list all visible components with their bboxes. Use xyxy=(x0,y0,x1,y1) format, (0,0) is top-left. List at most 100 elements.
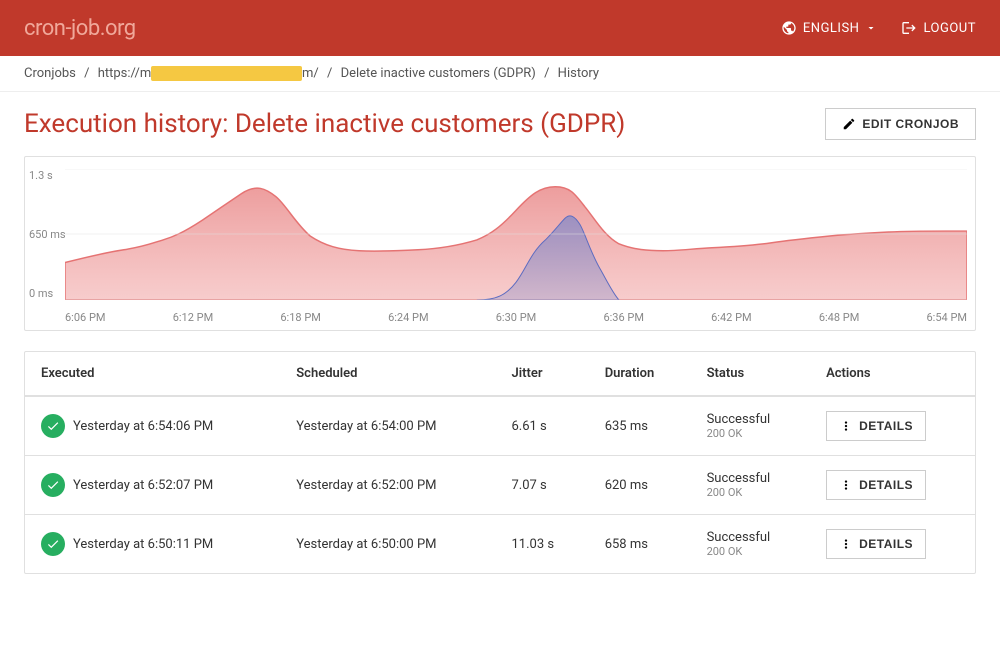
scheduled-time-0: Yesterday at 6:54:00 PM xyxy=(296,419,436,434)
x-label-3: 6:24 PM xyxy=(388,311,428,324)
header-right: ENGLISH LOGOUT xyxy=(781,20,976,36)
logout-icon xyxy=(901,20,917,36)
executed-time-1: Yesterday at 6:52:07 PM xyxy=(73,478,213,493)
checkmark-icon xyxy=(46,537,60,551)
cell-actions-1: DETAILS xyxy=(810,456,975,515)
execution-chart: 1.3 s 650 ms 0 ms xyxy=(24,156,976,331)
details-button-2[interactable]: DETAILS xyxy=(826,529,926,559)
table-row: Yesterday at 6:50:11 PM Yesterday at 6:5… xyxy=(25,515,975,574)
breadcrumb-url[interactable]: https://mXXXXXXXXXXXXXXXXXXm/ xyxy=(98,66,319,81)
cell-jitter-2: 11.03 s xyxy=(495,515,588,574)
x-label-0: 6:06 PM xyxy=(65,311,105,324)
x-label-5: 6:36 PM xyxy=(603,311,643,324)
breadcrumb-cronjobs[interactable]: Cronjobs xyxy=(24,66,76,81)
cell-duration-2: 658 ms xyxy=(589,515,691,574)
globe-icon xyxy=(781,20,797,36)
x-label-1: 6:12 PM xyxy=(173,311,213,324)
table-row: Yesterday at 6:52:07 PM Yesterday at 6:5… xyxy=(25,456,975,515)
chart-y-labels: 1.3 s 650 ms 0 ms xyxy=(29,169,66,300)
breadcrumb-job[interactable]: Delete inactive customers (GDPR) xyxy=(341,66,536,81)
duration-value-2: 658 ms xyxy=(605,537,648,552)
y-label-bottom: 0 ms xyxy=(29,287,66,300)
history-table: Executed Scheduled Jitter Duration Statu… xyxy=(25,352,975,573)
jitter-value-0: 6.61 s xyxy=(511,419,546,434)
history-table-container: Executed Scheduled Jitter Duration Statu… xyxy=(24,351,976,574)
jitter-value-2: 11.03 s xyxy=(511,537,554,552)
logout-button[interactable]: LOGOUT xyxy=(901,20,976,36)
checkmark-icon xyxy=(46,478,60,492)
cell-duration-1: 620 ms xyxy=(589,456,691,515)
cell-scheduled-2: Yesterday at 6:50:00 PM xyxy=(280,515,495,574)
y-label-top: 1.3 s xyxy=(29,169,66,182)
x-label-8: 6:54 PM xyxy=(927,311,967,324)
status-code-0: 200 OK xyxy=(707,427,795,440)
executed-time-0: Yesterday at 6:54:06 PM xyxy=(73,419,213,434)
language-label: ENGLISH xyxy=(803,21,860,36)
scheduled-time-2: Yesterday at 6:50:00 PM xyxy=(296,537,436,552)
chevron-down-icon xyxy=(865,22,877,34)
cell-actions-2: DETAILS xyxy=(810,515,975,574)
page-header: Execution history: Delete inactive custo… xyxy=(24,108,976,140)
language-selector[interactable]: ENGLISH xyxy=(781,20,878,36)
chart-svg-area xyxy=(65,169,967,300)
cell-actions-0: DETAILS xyxy=(810,396,975,456)
success-icon-1 xyxy=(41,473,65,497)
jitter-value-1: 7.07 s xyxy=(511,478,546,493)
cell-status-1: Successful 200 OK xyxy=(691,456,811,515)
header: cron-job.org ENGLISH LOGOUT xyxy=(0,0,1000,56)
cell-jitter-1: 7.07 s xyxy=(495,456,588,515)
logo: cron-job.org xyxy=(24,16,136,41)
table-header-row: Executed Scheduled Jitter Duration Statu… xyxy=(25,352,975,396)
col-duration: Duration xyxy=(589,352,691,396)
duration-value-0: 635 ms xyxy=(605,419,648,434)
x-label-2: 6:18 PM xyxy=(280,311,320,324)
col-status: Status xyxy=(691,352,811,396)
status-block-1: Successful 200 OK xyxy=(707,471,795,499)
edit-btn-label: EDIT CRONJOB xyxy=(862,117,959,131)
edit-cronjob-button[interactable]: EDIT CRONJOB xyxy=(825,108,976,140)
chart-x-labels: 6:06 PM 6:12 PM 6:18 PM 6:24 PM 6:30 PM … xyxy=(65,311,967,324)
breadcrumb-current: History xyxy=(558,66,599,81)
col-scheduled: Scheduled xyxy=(280,352,495,396)
logout-label: LOGOUT xyxy=(923,21,976,36)
edit-icon xyxy=(842,117,856,131)
cell-duration-0: 635 ms xyxy=(589,396,691,456)
col-actions: Actions xyxy=(810,352,975,396)
more-vert-icon xyxy=(839,419,853,433)
x-label-4: 6:30 PM xyxy=(496,311,536,324)
status-block-2: Successful 200 OK xyxy=(707,530,795,558)
x-label-6: 6:42 PM xyxy=(711,311,751,324)
scheduled-time-1: Yesterday at 6:52:00 PM xyxy=(296,478,436,493)
cell-status-2: Successful 200 OK xyxy=(691,515,811,574)
page-title: Execution history: Delete inactive custo… xyxy=(24,109,625,139)
cell-scheduled-0: Yesterday at 6:54:00 PM xyxy=(280,396,495,456)
success-icon-2 xyxy=(41,532,65,556)
status-code-1: 200 OK xyxy=(707,486,795,499)
col-jitter: Jitter xyxy=(495,352,588,396)
cell-jitter-0: 6.61 s xyxy=(495,396,588,456)
chart-svg xyxy=(65,169,967,300)
checkmark-icon xyxy=(46,419,60,433)
y-label-mid: 650 ms xyxy=(29,228,66,241)
details-button-1[interactable]: DETAILS xyxy=(826,470,926,500)
success-icon-0 xyxy=(41,414,65,438)
status-code-2: 200 OK xyxy=(707,545,795,558)
breadcrumb: Cronjobs / https://mXXXXXXXXXXXXXXXXXXm/… xyxy=(0,56,1000,92)
details-button-0[interactable]: DETAILS xyxy=(826,411,926,441)
cell-executed-1: Yesterday at 6:52:07 PM xyxy=(25,456,280,515)
more-vert-icon xyxy=(839,537,853,551)
logo-suffix: .org xyxy=(100,16,136,41)
duration-value-1: 620 ms xyxy=(605,478,648,493)
cell-scheduled-1: Yesterday at 6:52:00 PM xyxy=(280,456,495,515)
more-vert-icon xyxy=(839,478,853,492)
status-text-2: Successful xyxy=(707,530,795,545)
cell-status-0: Successful 200 OK xyxy=(691,396,811,456)
col-executed: Executed xyxy=(25,352,280,396)
status-text-0: Successful xyxy=(707,412,795,427)
status-block-0: Successful 200 OK xyxy=(707,412,795,440)
executed-time-2: Yesterday at 6:50:11 PM xyxy=(73,537,213,552)
x-label-7: 6:48 PM xyxy=(819,311,859,324)
cell-executed-2: Yesterday at 6:50:11 PM xyxy=(25,515,280,574)
main-content: Execution history: Delete inactive custo… xyxy=(0,92,1000,598)
cell-executed-0: Yesterday at 6:54:06 PM xyxy=(25,396,280,456)
